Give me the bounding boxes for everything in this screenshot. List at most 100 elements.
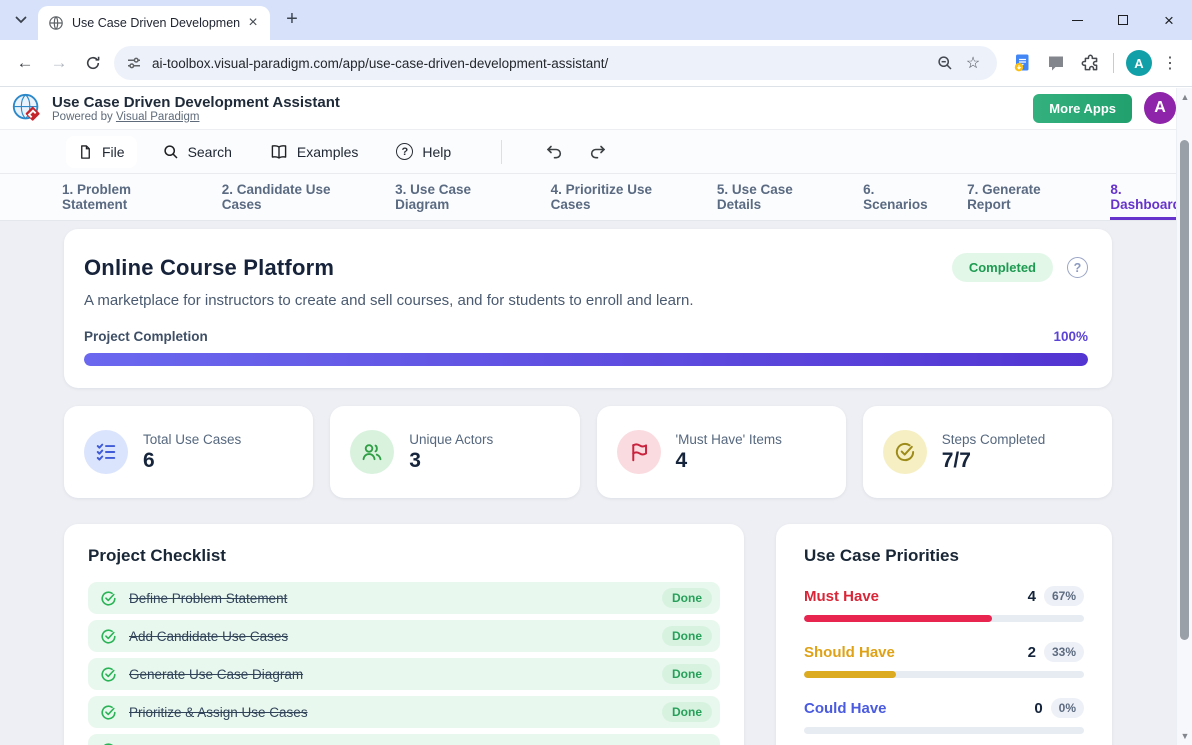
stat-unique-actors: Unique Actors 3 <box>330 406 579 498</box>
browser-tab[interactable]: Use Case Driven Development A × <box>38 6 270 40</box>
priority-percent-badge: 33% <box>1044 642 1084 662</box>
check-circle-icon <box>100 590 117 607</box>
zoom-out-icon[interactable] <box>931 49 959 77</box>
help-circle-icon[interactable]: ? <box>1067 257 1088 278</box>
check-circle-icon <box>883 430 927 474</box>
stat-label: Unique Actors <box>409 432 493 447</box>
close-icon: × <box>1164 12 1174 29</box>
scroll-down-icon[interactable]: ▼ <box>1177 731 1192 741</box>
tab-candidate-use-cases[interactable]: 2. Candidate Use Cases <box>222 174 367 220</box>
priority-percent-badge: 0% <box>1051 698 1084 718</box>
menu-help[interactable]: ? Help <box>396 143 451 160</box>
address-bar[interactable]: ai-toolbox.visual-paradigm.com/app/use-c… <box>114 46 997 80</box>
checklist-item: Generate Use Case Diagram Done <box>88 658 720 690</box>
tab-search-button[interactable] <box>8 7 34 33</box>
priority-percent-badge: 67% <box>1044 586 1084 606</box>
checklist-item: Prioritize & Assign Use Cases Done <box>88 696 720 728</box>
tab-title: Use Case Driven Development A <box>72 16 240 30</box>
file-icon <box>78 144 93 160</box>
menubar-divider <box>501 140 502 164</box>
priority-count: 2 <box>1028 644 1036 661</box>
site-settings-icon[interactable] <box>126 55 142 71</box>
checklist-icon <box>84 430 128 474</box>
close-button[interactable]: × <box>1146 0 1192 40</box>
checklist-item-label: Define Problem Statement <box>129 591 287 606</box>
redo-icon[interactable] <box>589 143 608 160</box>
users-icon <box>350 430 394 474</box>
priority-label: Must Have <box>804 588 879 605</box>
reload-icon <box>85 55 101 71</box>
stat-label: 'Must Have' Items <box>676 432 782 447</box>
back-icon: ← <box>17 53 34 73</box>
checklist-item-label: Generate Use Case Diagram <box>129 667 303 682</box>
tab-prioritize-use-cases[interactable]: 4. Prioritize Use Cases <box>551 174 689 220</box>
book-icon <box>270 144 288 160</box>
powered-by: Powered by Visual Paradigm <box>52 111 340 123</box>
check-circle-icon <box>100 704 117 721</box>
app-header: Use Case Driven Development Assistant Po… <box>0 87 1192 129</box>
undo-icon[interactable] <box>544 143 563 160</box>
bookmark-star-icon[interactable]: ☆ <box>959 49 987 77</box>
tab-scenarios[interactable]: 6. Scenarios <box>863 174 939 220</box>
stat-value: 6 <box>143 449 241 473</box>
help-icon: ? <box>396 143 413 160</box>
minimize-button[interactable] <box>1054 0 1100 40</box>
project-summary-card: Online Course Platform Completed ? A mar… <box>64 229 1112 388</box>
scrollbar-thumb[interactable] <box>1180 140 1189 640</box>
app-menubar: File Search Examples ? Help <box>0 129 1192 174</box>
user-avatar[interactable]: A <box>1144 92 1176 124</box>
tab-generate-report[interactable]: 7. Generate Report <box>967 174 1082 220</box>
check-circle-icon <box>100 666 117 683</box>
forward-button[interactable]: → <box>42 46 76 80</box>
step-tabbar: 1. Problem Statement 2. Candidate Use Ca… <box>0 174 1192 221</box>
tab-use-case-diagram[interactable]: 3. Use Case Diagram <box>395 174 523 220</box>
done-badge: Done <box>662 588 712 608</box>
priority-bar <box>804 671 1084 678</box>
flag-icon <box>617 430 661 474</box>
menu-file[interactable]: File <box>66 136 137 168</box>
browser-profile-avatar[interactable]: A <box>1126 50 1152 76</box>
tab-use-case-details[interactable]: 5. Use Case Details <box>717 174 835 220</box>
url-text: ai-toolbox.visual-paradigm.com/app/use-c… <box>152 56 931 71</box>
stat-value: 7/7 <box>942 449 1046 473</box>
priority-could-have: Could Have 0 0% <box>804 698 1084 734</box>
toolbar-divider <box>1113 53 1114 73</box>
search-icon <box>163 144 179 160</box>
browser-menu-icon[interactable]: ⋮ <box>1158 53 1182 73</box>
stat-steps-completed: Steps Completed 7/7 <box>863 406 1112 498</box>
menu-examples[interactable]: Examples <box>270 144 358 160</box>
reload-button[interactable] <box>76 46 110 80</box>
project-title: Online Course Platform <box>84 255 334 281</box>
project-checklist-card: Project Checklist Define Problem Stateme… <box>64 524 744 745</box>
status-badge: Completed <box>952 253 1053 282</box>
stat-cards: Total Use Cases 6 Unique Actors 3 'Mus <box>64 406 1112 498</box>
comment-icon[interactable] <box>1039 48 1073 78</box>
visual-paradigm-link[interactable]: Visual Paradigm <box>116 111 200 123</box>
app-title: Use Case Driven Development Assistant <box>52 94 340 111</box>
docs-offline-icon[interactable] <box>1005 48 1039 78</box>
menu-search[interactable]: Search <box>163 144 232 160</box>
browser-window: Use Case Driven Development A × + × ← → … <box>0 0 1192 745</box>
tab-close-icon[interactable]: × <box>244 14 262 32</box>
dashboard-content: Online Course Platform Completed ? A mar… <box>0 221 1192 745</box>
page-scrollbar[interactable]: ▲ ▼ <box>1176 88 1192 745</box>
checklist-item: Define Problem Statement Done <box>88 582 720 614</box>
priority-count: 0 <box>1034 700 1042 717</box>
new-tab-button[interactable]: + <box>278 6 306 34</box>
check-circle-icon <box>100 628 117 645</box>
checklist-item <box>88 734 720 745</box>
more-apps-button[interactable]: More Apps <box>1033 94 1132 123</box>
extensions-icon[interactable] <box>1073 48 1107 78</box>
done-badge: Done <box>662 626 712 646</box>
tab-problem-statement[interactable]: 1. Problem Statement <box>62 174 194 220</box>
back-button[interactable]: ← <box>8 46 42 80</box>
tab-strip: Use Case Driven Development A × + × <box>0 0 1192 40</box>
maximize-icon <box>1118 15 1128 25</box>
maximize-button[interactable] <box>1100 0 1146 40</box>
visual-paradigm-logo-icon <box>10 91 44 125</box>
scroll-up-icon[interactable]: ▲ <box>1177 92 1192 102</box>
priority-bar-fill <box>804 615 992 622</box>
stat-value: 3 <box>409 449 493 473</box>
project-description: A marketplace for instructors to create … <box>84 292 1088 309</box>
progress-value: 100% <box>1053 329 1088 344</box>
